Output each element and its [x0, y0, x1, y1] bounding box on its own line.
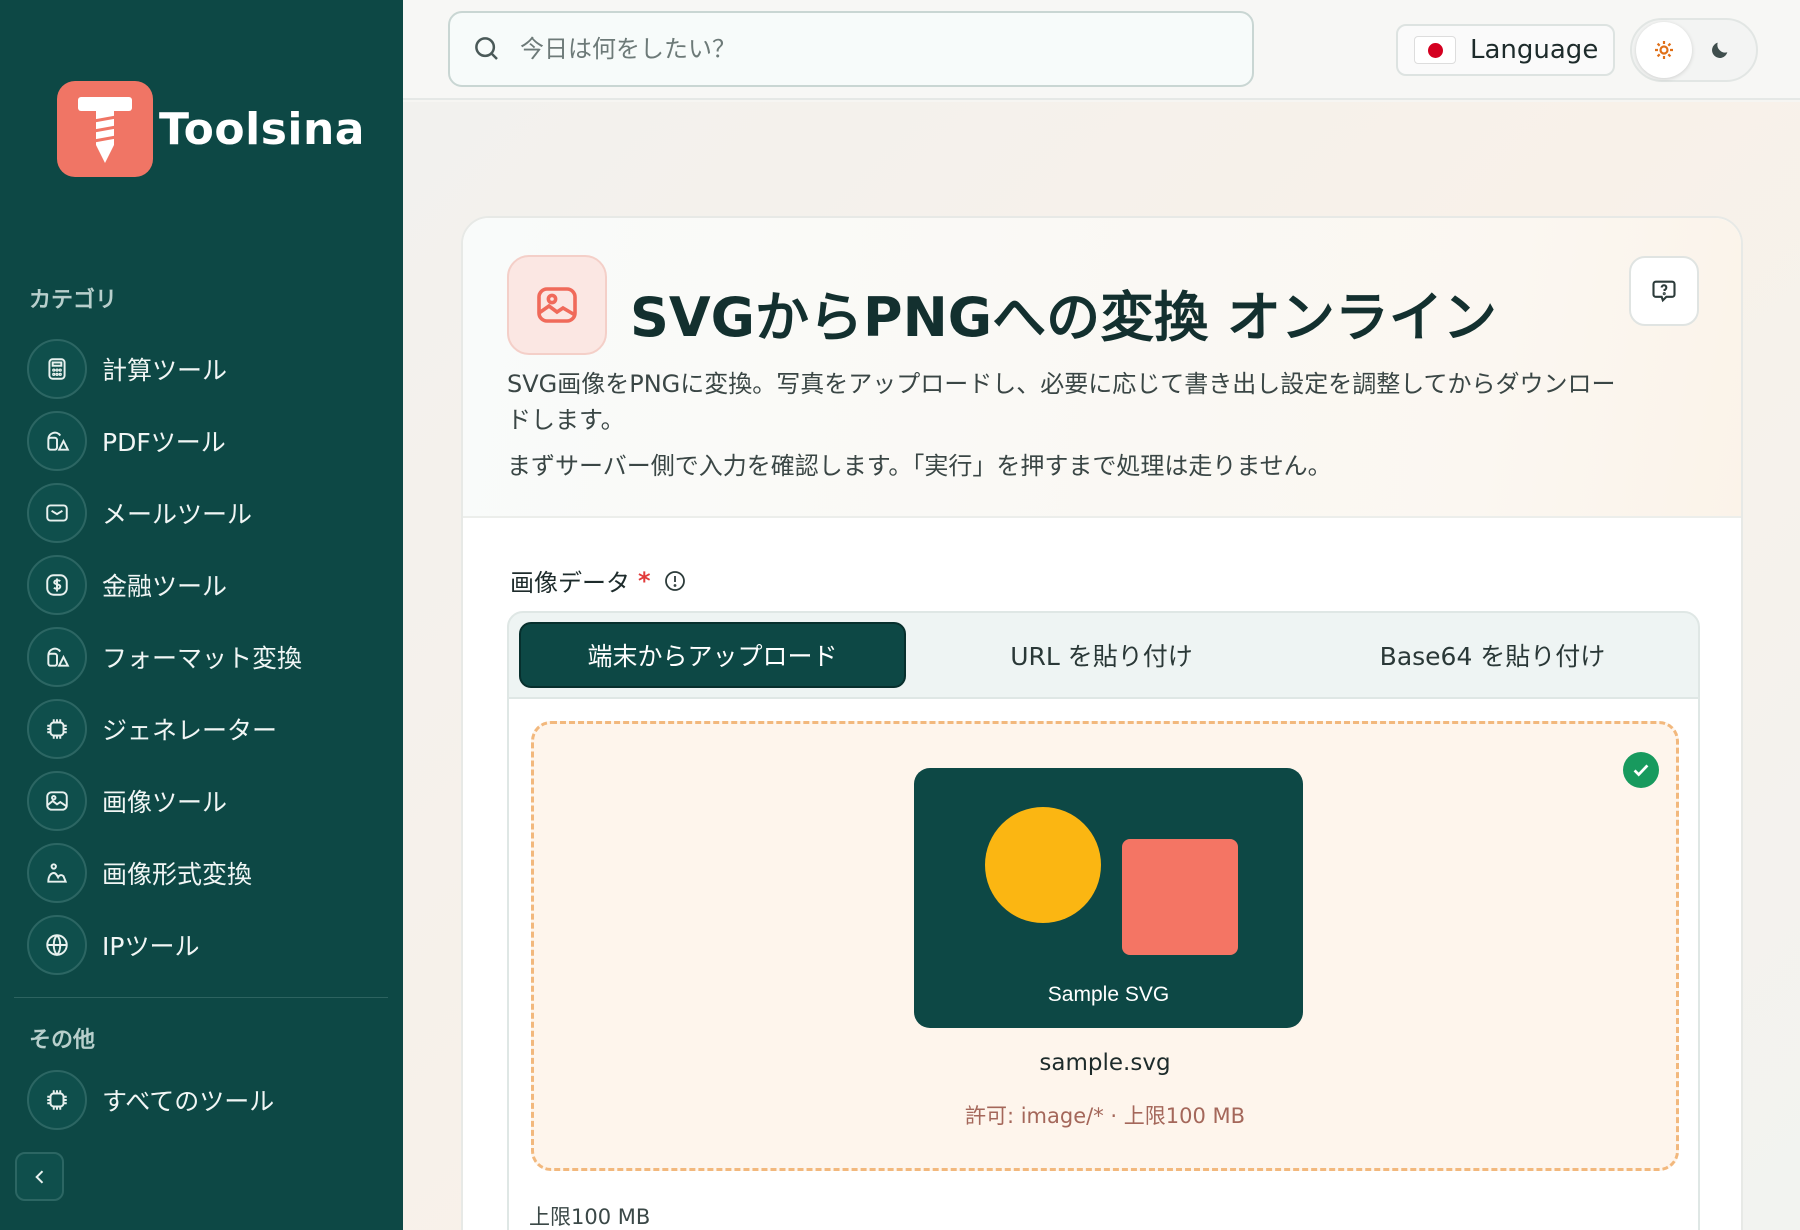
chevron-left-icon — [34, 1169, 43, 1184]
image-data-label: 画像データ * — [510, 563, 687, 598]
image-convert-icon — [27, 843, 87, 903]
tab-paste-base64[interactable]: Base64 を貼り付け — [1297, 622, 1688, 688]
preview-caption: Sample SVG — [1047, 983, 1170, 1006]
moon-icon — [1712, 42, 1728, 58]
sidebar-item-label: 計算ツール — [102, 356, 228, 385]
sidebar-item-ip[interactable]: IPツール — [27, 909, 387, 981]
chip-icon — [27, 699, 87, 759]
dark-theme-button[interactable] — [1692, 22, 1748, 78]
sidebar-item-finance[interactable]: 金融ツール — [27, 549, 387, 621]
mail-icon — [27, 483, 87, 543]
collapse-sidebar-button[interactable] — [15, 1152, 64, 1201]
sidebar-item-label: メールツール — [102, 500, 253, 529]
file-dropzone[interactable]: Sample SVG sample.svg 許可: image/* · 上限10… — [531, 721, 1679, 1171]
categories-heading: カテゴリ — [29, 288, 118, 313]
other-heading: その他 — [29, 1028, 96, 1053]
upload-panel: Sample SVG sample.svg 許可: image/* · 上限10… — [507, 699, 1700, 1230]
help-button[interactable] — [1629, 256, 1699, 326]
language-button[interactable]: Language — [1396, 24, 1615, 76]
brand-logo[interactable]: Toolsina — [57, 81, 365, 177]
sidebar-item-label: 金融ツール — [102, 572, 228, 601]
language-label: Language — [1470, 35, 1599, 65]
tool-header: SVGからPNGへの変換 オンライン SVG画像をPNGに変換。写真をアップロー… — [463, 218, 1741, 518]
sidebar-item-label: 画像形式変換 — [102, 860, 253, 889]
brand-name: Toolsina — [159, 103, 365, 155]
preview-square — [1122, 839, 1238, 955]
upload-method-tabs: 端末からアップロード URL を貼り付け Base64 を貼り付け — [507, 611, 1700, 699]
sidebar-item-format-convert[interactable]: フォーマット変換 — [27, 621, 387, 693]
search-icon — [475, 37, 498, 60]
top-bar: Language — [403, 0, 1800, 100]
japan-flag-icon — [1414, 36, 1456, 64]
shapes-icon — [27, 627, 87, 687]
search-input[interactable] — [520, 35, 1220, 63]
tool-card: SVGからPNGへの変換 オンライン SVG画像をPNGに変換。写真をアップロー… — [461, 216, 1743, 1230]
calculator-icon — [27, 339, 87, 399]
field-label-text: 画像データ — [510, 569, 630, 597]
file-name: sample.svg — [1039, 1050, 1171, 1076]
image-icon — [507, 255, 607, 355]
check-icon — [1623, 752, 1659, 788]
sidebar-divider — [14, 997, 388, 998]
tool-description: SVG画像をPNGに変換。写真をアップロードし、必要に応じて書き出し設定を調整し… — [507, 370, 1616, 434]
image-icon — [27, 771, 87, 831]
page-title: SVGからPNGへの変換 オンライン — [630, 286, 1497, 349]
sidebar-item-label: フォーマット変換 — [102, 644, 303, 673]
svg-preview: Sample SVG — [914, 768, 1303, 1028]
tab-paste-url[interactable]: URL を貼り付け — [906, 622, 1297, 688]
sidebar-item-mail[interactable]: メールツール — [27, 477, 387, 549]
sun-icon — [1655, 41, 1673, 59]
theme-toggle — [1630, 18, 1758, 82]
dollar-icon — [27, 555, 87, 615]
sidebar-other-nav: すべてのツール — [27, 1064, 387, 1136]
sidebar-item-label: ジェネレーター — [102, 716, 278, 745]
sidebar-nav: 計算ツール PDFツール メールツール 金融ツール フォーマット変換 ジェネレー… — [27, 333, 387, 981]
chip-icon — [27, 1070, 87, 1130]
sidebar-item-label: PDFツール — [102, 428, 226, 457]
preview-circle — [985, 807, 1101, 923]
file-hint: 許可: image/* · 上限100 MB — [964, 1104, 1246, 1128]
screw-t-logo-icon — [57, 81, 153, 177]
sidebar: Toolsina カテゴリ 計算ツール PDFツール メールツール 金融ツール — [0, 0, 403, 1230]
sidebar-item-all-tools[interactable]: すべてのツール — [27, 1064, 387, 1136]
sidebar-item-pdf[interactable]: PDFツール — [27, 405, 387, 477]
sidebar-item-label: 画像ツール — [102, 788, 228, 817]
shapes-icon — [27, 411, 87, 471]
globe-icon — [27, 915, 87, 975]
search-box[interactable] — [448, 11, 1254, 87]
help-chat-icon — [1652, 280, 1676, 303]
sidebar-item-calculator[interactable]: 計算ツール — [27, 333, 387, 405]
size-limit-text: 上限100 MB — [529, 1205, 651, 1229]
tool-note: まずサーバー側で入力を確認します。「実行」を押すまで処理は走りません。 — [507, 452, 1332, 480]
tab-upload-device[interactable]: 端末からアップロード — [519, 622, 906, 688]
info-icon[interactable] — [663, 569, 687, 593]
sidebar-item-image-format[interactable]: 画像形式変換 — [27, 837, 387, 909]
sidebar-item-label: IPツール — [102, 932, 200, 961]
sidebar-item-generator[interactable]: ジェネレーター — [27, 693, 387, 765]
light-theme-button[interactable] — [1636, 22, 1692, 78]
sidebar-item-image-tools[interactable]: 画像ツール — [27, 765, 387, 837]
required-marker: * — [638, 566, 651, 595]
sidebar-item-label: すべてのツール — [102, 1087, 275, 1116]
